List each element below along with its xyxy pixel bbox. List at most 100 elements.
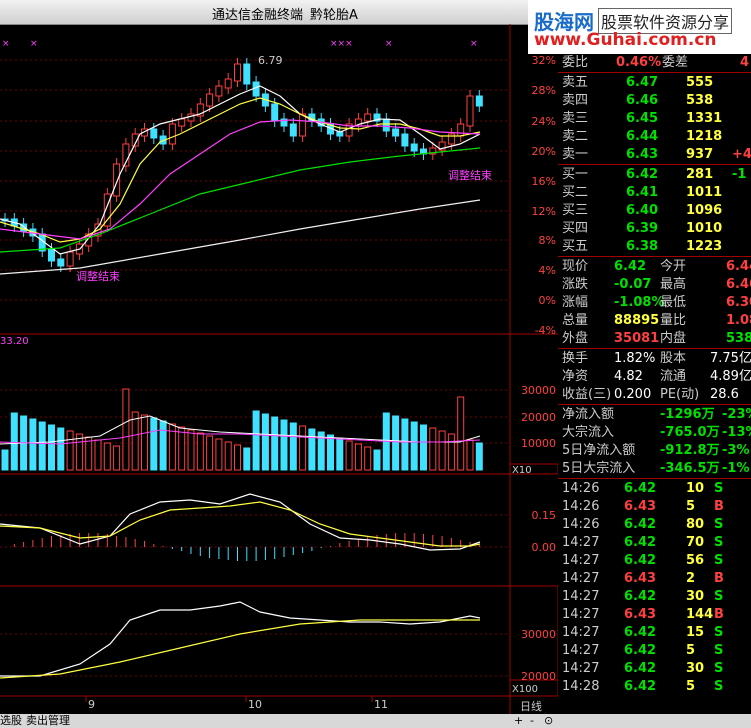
axis-label: 28%: [532, 84, 556, 97]
volume-bar: [57, 427, 65, 471]
candle-body: [382, 118, 390, 132]
volume-bar: [373, 449, 381, 471]
volume-bar: [75, 433, 83, 471]
candle-body: [457, 123, 465, 137]
candle-body: [66, 251, 74, 267]
volume-bar: [243, 447, 251, 471]
obv-ma-line: [0, 619, 480, 679]
tab-stock-pick[interactable]: 选股: [0, 714, 22, 728]
macd-dea-line: [0, 501, 481, 547]
volume-bar: [159, 420, 167, 471]
indicator-unit: X100: [512, 684, 538, 695]
volume-axis-label: 20000: [521, 411, 556, 424]
volume-bar: [215, 438, 223, 471]
zoom-in-button[interactable]: +: [514, 714, 523, 728]
axis-label: 16%: [532, 175, 556, 188]
month-label: 10: [248, 698, 262, 711]
candle-body: [289, 123, 297, 137]
volume-bar: [234, 444, 241, 471]
ma60-line: [0, 147, 481, 253]
volume-bar: [466, 439, 474, 471]
obv-line: [0, 601, 481, 677]
candle-body: [187, 113, 195, 122]
volume-bar: [252, 410, 260, 471]
candle-body: [299, 113, 307, 137]
volume-axis-label: 10000: [521, 437, 556, 450]
volume-bar: [392, 415, 400, 471]
volume-bar: [429, 427, 437, 471]
quote-panel: 委比 0.46% 委差 4 卖五 6.47 555 卖四 6.46 538 卖三 6.45 13…: [558, 54, 751, 714]
volume-bar: [327, 434, 334, 471]
candle-body: [215, 85, 223, 97]
signal-marker: ×: [470, 39, 478, 49]
volume-bar: [289, 422, 297, 471]
axis-label: 8%: [539, 234, 556, 247]
candle-body: [168, 123, 176, 145]
volume-bar: [271, 416, 279, 471]
volume-bar: [150, 417, 158, 471]
volume-axis-label: 30000: [521, 384, 556, 397]
annotation-label: 调整结束: [76, 269, 120, 283]
volume-bar: [336, 437, 344, 471]
volume-bar: [85, 436, 93, 471]
candle-body: [243, 63, 251, 85]
signal-marker: ×: [385, 39, 393, 49]
candle-body: [224, 78, 232, 89]
volume-bar: [224, 441, 232, 471]
volume-bar: [280, 419, 288, 471]
volume-bar: [308, 428, 316, 471]
app-title: 通达信金融终端: [212, 8, 304, 23]
volume-bar: [438, 430, 446, 471]
period-label[interactable]: 日线: [520, 699, 542, 713]
volume-bar: [364, 446, 372, 471]
candle-body: [150, 128, 158, 139]
volume-bar: [103, 442, 111, 471]
signal-marker: ×××: [330, 39, 353, 49]
axis-label: 20%: [532, 145, 556, 158]
candle-body: [410, 143, 418, 152]
volume-bar: [410, 421, 418, 471]
signal-marker: ×: [30, 39, 38, 49]
candle-body: [178, 118, 186, 127]
axis-label: 12%: [532, 205, 556, 218]
axis-label: 32%: [532, 54, 556, 67]
month-label: 11: [374, 698, 388, 711]
macd-axis-label: 0.15: [532, 509, 557, 522]
volume-bar: [187, 429, 195, 471]
volume-bar: [131, 411, 139, 471]
volume-bar: [401, 418, 409, 471]
settings-icon[interactable]: ⊙: [544, 714, 553, 728]
axis-label: 24%: [532, 115, 556, 128]
indicator-axis-label: 20000: [521, 670, 556, 683]
volume-bar: [299, 425, 307, 471]
volume-unit: X10: [512, 465, 532, 476]
high-price-marker: 6.79: [258, 54, 283, 67]
macd-axis-label: 0.00: [532, 541, 557, 554]
bottom-toolbar: 选股 卖出管理 + - ⊙: [0, 714, 751, 728]
volume-bar: [261, 413, 269, 471]
kline-chart[interactable]: 32% 28% 24% 20% 16% 12% 8% 4% 0% -4% 300…: [0, 24, 558, 714]
candle-body: [475, 95, 483, 107]
logo-url: www.Guhai.com.cn: [534, 30, 717, 50]
candle-body: [364, 113, 372, 122]
month-label: 9: [88, 698, 95, 711]
candle-body: [392, 128, 400, 137]
volume-bar: [94, 439, 102, 471]
axis-label: -4%: [535, 324, 556, 337]
volume-bar: [66, 430, 74, 471]
volume-bar: [48, 424, 55, 471]
volume-bar: [420, 424, 427, 471]
tab-sell-manage[interactable]: 卖出管理: [26, 714, 70, 728]
indicator-axis-label: 30000: [521, 628, 556, 641]
volume-bar: [10, 412, 18, 471]
volume-bar: [122, 388, 130, 471]
volume-bar: [196, 432, 204, 471]
axis-label: 0%: [539, 294, 556, 307]
zoom-out-button[interactable]: -: [530, 714, 534, 728]
signal-marker: ×: [2, 39, 10, 49]
candle-body: [401, 133, 409, 147]
candle-body: [466, 95, 474, 127]
volume-series: [1, 388, 483, 471]
volume-bar: [29, 418, 37, 471]
stock-name: 黔轮胎A: [310, 8, 358, 23]
